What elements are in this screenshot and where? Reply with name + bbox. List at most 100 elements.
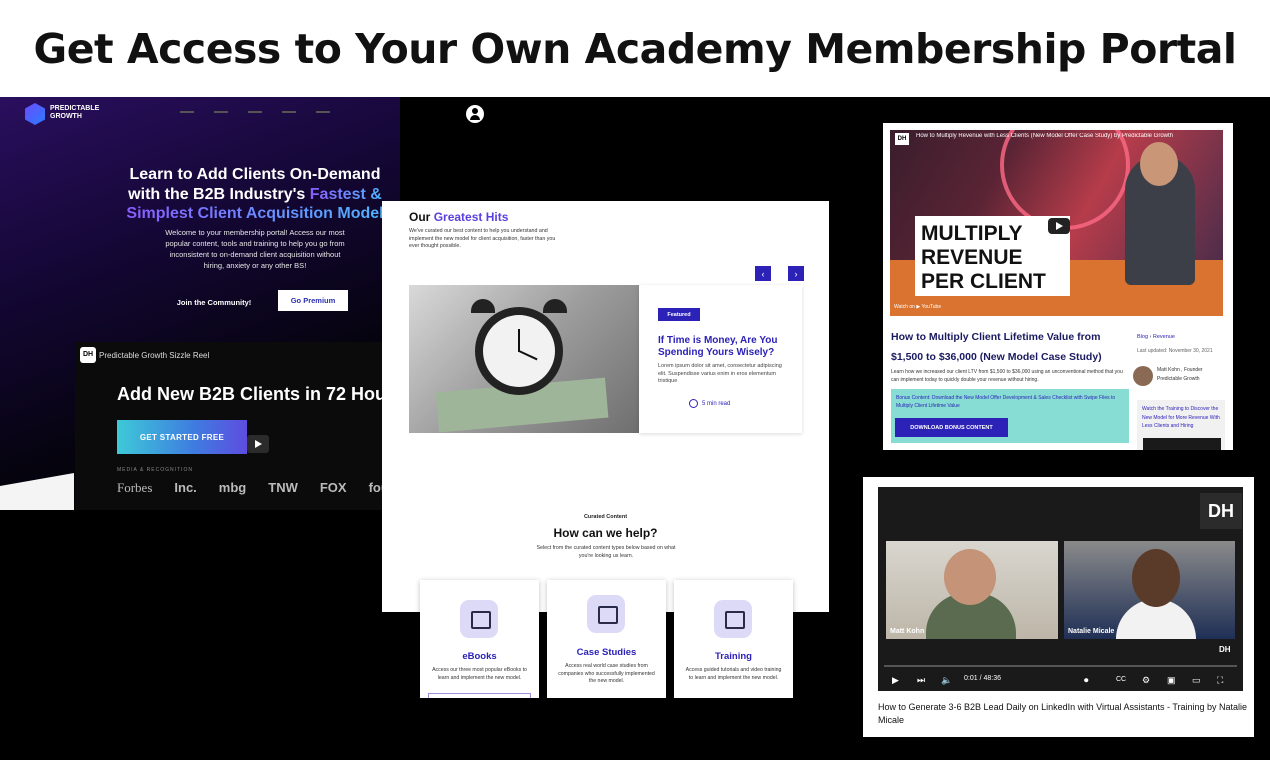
nav-link[interactable] [180,111,194,113]
volume-icon[interactable]: 🔈 [941,675,952,685]
headline-bar: Get Access to Your Own Academy Membershi… [0,0,1270,97]
media-logos: Forbes Inc. mbg TNW FOX four [117,480,394,496]
miniplayer-icon[interactable]: ▣ [1167,675,1176,685]
article-body: Learn how we increased our client LTV fr… [891,369,1123,383]
card-body: Access real world case studies from comp… [558,663,655,684]
time-display: 0:01 / 48:36 [964,675,1001,682]
hero-title: Learn to Add Clients On-Demand with the … [110,165,400,224]
user-account-icon[interactable] [466,105,484,123]
player-controls: ▶ ⏭ 🔈 0:01 / 48:36 ⏺ CC ⚙ ▣ ▭ ⛶ [878,671,1243,689]
sizzle-headline: Add New B2B Clients in 72 Hou [117,384,387,404]
clock-face [483,315,555,387]
hero-body: Welcome to your membership portal! Acces… [165,228,345,270]
breadcrumb[interactable]: Blog › Revenue [1137,334,1175,340]
training-icon [714,600,752,638]
hero-title-line: with the B2B Industry's [128,185,306,203]
hero-title-highlight: Fastest & [309,185,382,203]
fullscreen-icon[interactable]: ⛶ [1217,675,1223,685]
alarm-clock-icon [475,307,563,395]
card-title: Case Studies [576,647,637,658]
download-bonus-button[interactable]: DOWNLOAD BONUS CONTENT [895,418,1008,437]
last-updated: Last updated: November 30, 2021 [1137,348,1213,354]
ebook-icon [460,600,498,638]
dh-watermark: DH [1219,645,1231,654]
youtube-play-icon[interactable] [1048,218,1070,234]
case-study-screenshot: DH How to Multiply Revenue with Less Cli… [883,123,1233,450]
video-title[interactable]: How to Generate 3-6 B2B Lead Daily on Li… [878,701,1248,726]
captions-icon[interactable]: CC [1116,675,1126,685]
clock-bell [543,299,567,313]
featured-title[interactable]: If Time is Money, Are You Spending Yours… [658,335,788,358]
bonus-text: Bonus Content: Download the New Model Of… [896,395,1116,409]
case-study-video[interactable]: DH How to Multiply Revenue with Less Cli… [890,130,1223,316]
clock-icon [689,399,698,408]
article-title: How to Multiply Client Lifetime Value fr… [891,331,1102,363]
title-text: Our [409,210,431,224]
side-card-text: Watch the Training to Discover the New M… [1142,406,1220,429]
nav-links [180,111,400,115]
speaker-head [1132,549,1180,607]
greatest-hits-subtitle: We've curated our best content to help y… [409,228,556,249]
featured-article-card[interactable]: Featured If Time is Money, Are You Spend… [639,285,802,433]
hero-title-highlight: Simplest Client Acquisition Model [126,205,384,222]
title-accent: Greatest Hits [433,210,509,224]
play-icon[interactable] [247,435,269,453]
media-label: MEDIA & RECOGNITION [117,467,193,473]
training-video-player[interactable]: DH Matt Kohn Natalie Micale DH ▶ ⏭ 🔈 0:0… [878,487,1243,691]
presenter-head [1140,142,1178,186]
avatar [1133,366,1153,386]
speaker-tile: Natalie Micale [1064,541,1235,639]
curated-title: How can we help? [553,526,658,540]
progress-bar[interactable] [884,665,1237,667]
carousel-prev-button[interactable]: ‹ [755,266,771,281]
watch-on-youtube[interactable]: Watch on ▶ YouTube [894,304,941,310]
nav-link[interactable] [214,111,228,113]
case-study-icon [587,595,625,633]
speaker-name: Natalie Micale [1068,628,1115,635]
video-title[interactable]: How to Multiply Revenue with Less Client… [916,133,1206,139]
side-card-thumbnail [1143,438,1221,450]
inc-logo: Inc. [174,480,197,495]
join-community-button[interactable]: Join the Community! [168,292,260,312]
ebooks-card[interactable]: eBooks Access our three most popular eBo… [420,580,539,698]
speaker-head [944,549,996,605]
page-headline: Get Access to Your Own Academy Membershi… [33,24,1237,73]
case-studies-card[interactable]: Case Studies Access real world case stud… [547,580,666,698]
autoplay-toggle[interactable]: ⏺ [1084,675,1089,685]
dh-channel-icon: DH [1200,493,1242,529]
training-video-screenshot: DH Matt Kohn Natalie Micale DH ▶ ⏭ 🔈 0:0… [863,477,1254,737]
bonus-content-box: Bonus Content: Download the New Model Of… [891,389,1129,443]
training-card[interactable]: Training Access guided tutorials and vid… [674,580,793,698]
carousel-next-button[interactable]: › [788,266,804,281]
play-icon[interactable]: ▶ [892,675,899,685]
tnw-logo: TNW [268,480,298,495]
theater-icon[interactable]: ▭ [1192,675,1201,685]
mbg-logo: mbg [218,480,247,495]
featured-badge: Featured [658,308,700,321]
read-time-label: 5 min read [702,400,731,407]
card-button-outline[interactable] [428,693,531,698]
read-time: 5 min read [689,399,730,408]
get-started-button[interactable]: GET STARTED FREE [117,420,247,454]
speaker-name: Matt Kohn [890,628,925,635]
featured-excerpt: Lorem ipsum dolor sit amet, consectetur … [658,363,782,384]
curated-subtitle: Select from the curated content types be… [536,545,676,559]
curated-kicker: Curated Content [583,514,628,520]
sizzle-reel-video[interactable]: DH Predictable Growth Sizzle Reel Add Ne… [75,342,400,510]
neon-decoration [1000,130,1130,230]
logo-name: PREDICTABLE GROWTH [50,105,100,120]
portal-nav: PREDICTABLE GROWTH [0,97,400,131]
nav-link[interactable] [316,111,330,113]
speaker-tile: Matt Kohn [886,541,1058,639]
nav-link[interactable] [282,111,296,113]
card-body: Access guided tutorials and video traini… [685,667,782,681]
settings-icon[interactable]: ⚙ [1142,675,1150,685]
hero-title-line: Learn to Add Clients On-Demand [129,166,381,183]
next-icon[interactable]: ⏭ [917,675,925,685]
video-title: Predictable Growth Sizzle Reel [99,351,210,360]
go-premium-button[interactable]: Go Premium [278,290,348,311]
training-side-card[interactable]: Watch the Training to Discover the New M… [1137,400,1225,450]
nav-link[interactable] [248,111,262,113]
fox-logo: FOX [319,480,347,495]
predictable-growth-logo-icon[interactable] [25,103,45,125]
